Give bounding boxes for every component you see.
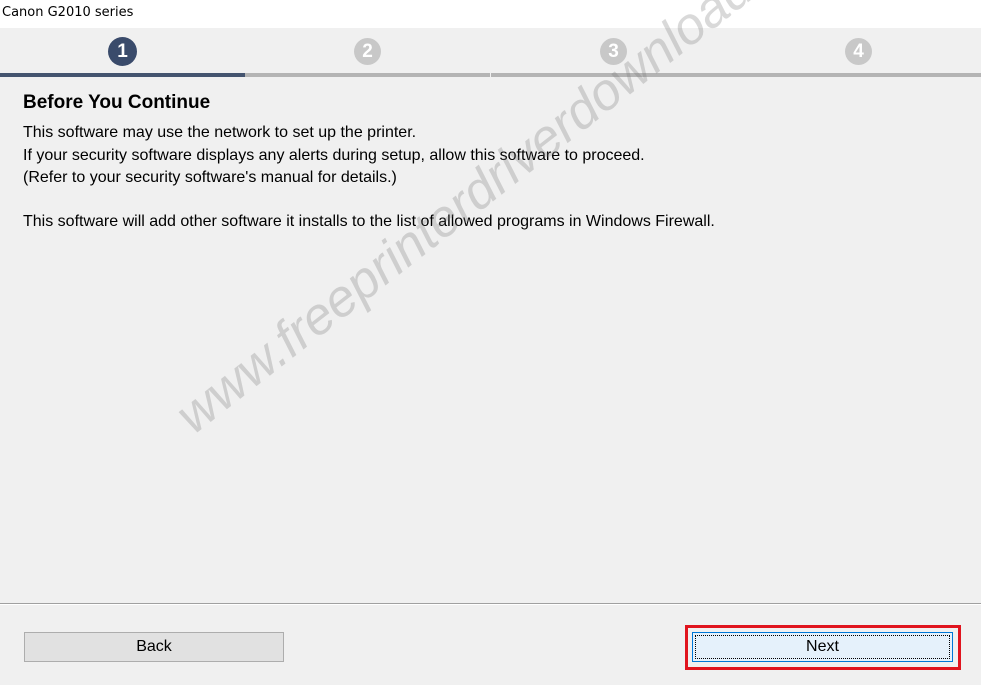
step-4: 4: [736, 28, 981, 78]
title-bar: Canon G2010 series: [0, 0, 981, 28]
step-4-bar: [736, 73, 981, 77]
step-3-circle: 3: [600, 38, 627, 65]
back-button[interactable]: Back: [24, 632, 284, 662]
step-1-bar: [0, 73, 245, 77]
firewall-line: This software will add other software it…: [23, 212, 715, 230]
step-3: 3: [491, 28, 736, 78]
step-4-circle: 4: [845, 38, 872, 65]
footer-divider-highlight: [0, 604, 981, 605]
main-content: Before You Continue This software may us…: [23, 92, 963, 233]
next-button[interactable]: Next: [692, 632, 953, 662]
step-1: 1: [0, 28, 245, 78]
notice-line-1: This software may use the network to set…: [23, 124, 417, 141]
step-2-circle: 2: [354, 38, 381, 65]
step-2: 2: [245, 28, 490, 78]
step-2-bar: [245, 73, 490, 77]
network-notice: This software may use the network to set…: [23, 122, 963, 190]
installer-window: Canon G2010 series 1 2 3 4 Before You Co…: [0, 0, 981, 685]
notice-line-3: (Refer to your security software's manua…: [23, 169, 397, 186]
step-3-bar: [491, 73, 736, 77]
notice-line-2: If your security software displays any a…: [23, 146, 645, 164]
step-1-circle: 1: [108, 37, 137, 66]
firewall-notice: This software will add other software it…: [23, 211, 963, 234]
step-indicator: 1 2 3 4: [0, 28, 981, 78]
page-title: Before You Continue: [23, 92, 211, 113]
window-title: Canon G2010 series: [2, 5, 134, 20]
